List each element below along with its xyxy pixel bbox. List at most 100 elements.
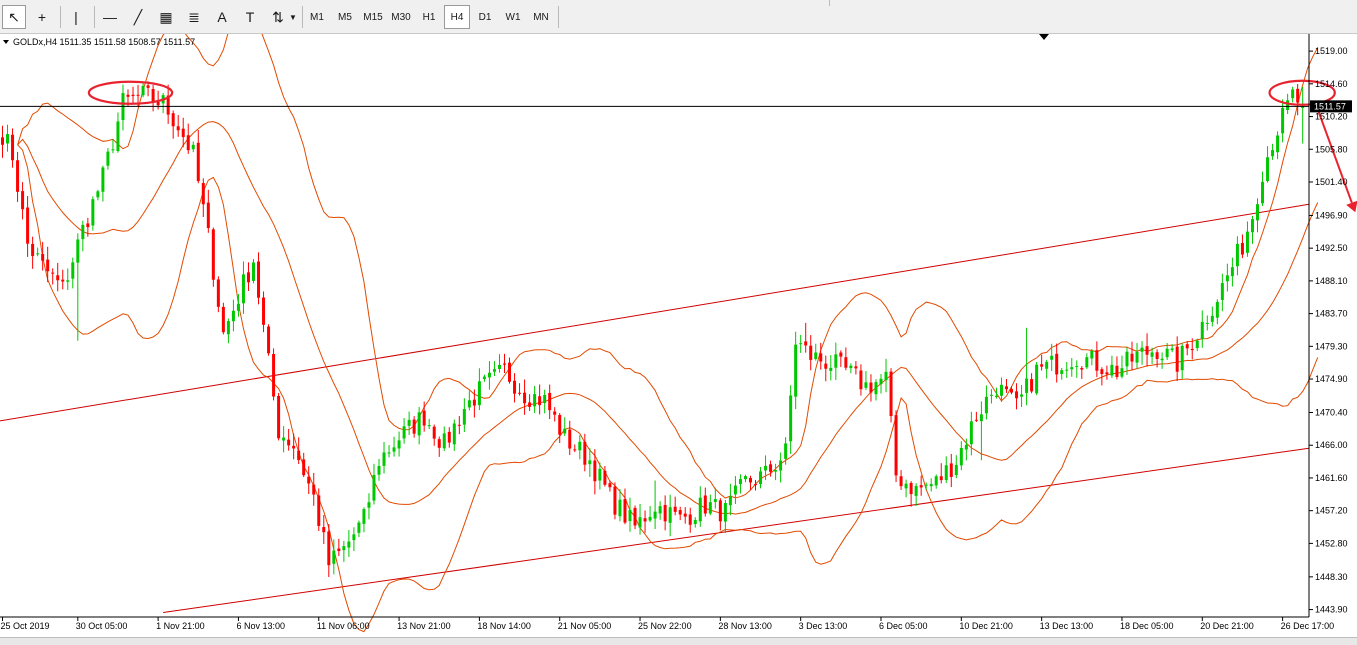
candle-body: [844, 357, 848, 368]
arrows-dropdown-icon[interactable]: ▼: [288, 5, 298, 29]
candle-body: [668, 507, 672, 523]
candle-body: [558, 415, 562, 435]
x-tick-label: 18 Nov 14:00: [477, 621, 531, 631]
y-tick-label: 1452.80: [1315, 538, 1348, 548]
candle-body: [964, 444, 968, 450]
candle-body: [643, 518, 647, 522]
candle-body: [1100, 369, 1104, 375]
y-tick-label: 1479.30: [1315, 341, 1348, 351]
trendline-icon[interactable]: ╱: [126, 5, 150, 29]
candle-body: [598, 468, 602, 481]
timeframe-m30-button[interactable]: M30: [388, 5, 414, 29]
text-label-icon[interactable]: T: [238, 5, 262, 29]
timeframe-w1-button[interactable]: W1: [500, 5, 526, 29]
candle-body: [312, 484, 316, 495]
candle-body: [41, 254, 45, 261]
candle-body: [1195, 340, 1199, 349]
timeframe-m5-button[interactable]: M5: [332, 5, 358, 29]
candle-body: [1276, 135, 1280, 153]
candle-body: [864, 382, 868, 388]
candle-body: [879, 378, 883, 385]
candle-body: [548, 392, 552, 411]
horizontal-line-icon[interactable]: —: [98, 5, 122, 29]
candle-body: [934, 476, 938, 486]
candle-body: [819, 353, 823, 362]
candle-body: [568, 429, 572, 449]
candle-body: [743, 476, 747, 480]
cursor-icon[interactable]: ↖: [2, 5, 26, 29]
candle-body: [969, 421, 973, 445]
candle-body: [989, 394, 993, 396]
candle-body: [136, 94, 140, 96]
candle-body: [688, 514, 692, 525]
candle-body: [246, 272, 250, 283]
timeframe-h1-button[interactable]: H1: [416, 5, 442, 29]
candle-body: [904, 483, 908, 489]
timeframe-m1-button[interactable]: M1: [304, 5, 330, 29]
candle-body: [352, 534, 356, 541]
candle-body: [171, 113, 175, 127]
timeframe-m15-button[interactable]: M15: [360, 5, 386, 29]
candle: [889, 368, 893, 423]
candle-body: [377, 466, 381, 475]
candle-body: [1030, 379, 1034, 392]
timeframe-h4-button[interactable]: H4: [444, 5, 470, 29]
candle-body: [518, 392, 522, 394]
candle-body: [764, 465, 768, 471]
candle-body: [262, 297, 266, 325]
candle-body: [703, 495, 707, 514]
x-tick-label: 6 Nov 13:00: [236, 621, 285, 631]
candle-body: [784, 443, 788, 459]
candle-body: [392, 447, 396, 452]
candle-body: [573, 449, 577, 451]
timeframe-d1-button[interactable]: D1: [472, 5, 498, 29]
timeframe-mn-button[interactable]: MN: [528, 5, 554, 29]
arrows-icon[interactable]: ⇅: [266, 5, 290, 29]
candle-body: [1085, 357, 1089, 368]
text-icon[interactable]: A: [210, 5, 234, 29]
candle-body: [839, 352, 843, 357]
candle-body: [723, 503, 727, 522]
candle-body: [1245, 231, 1249, 253]
candle-body: [769, 464, 773, 472]
candle-body: [236, 303, 240, 311]
candle-body: [613, 486, 617, 515]
crosshair-icon[interactable]: +: [30, 5, 54, 29]
candle-body: [292, 445, 296, 449]
candle-body: [628, 509, 632, 522]
price-chart[interactable]: 1519.00 1514.60 1510.20 1505.80 1501.40 1496.…: [0, 34, 1357, 637]
candle-body: [648, 516, 652, 521]
candle-body: [467, 400, 471, 408]
candle-body: [1035, 364, 1039, 394]
candle-body: [1, 137, 4, 145]
candle-body: [1220, 283, 1224, 300]
candle-body: [1110, 364, 1114, 376]
candle-body: [1145, 346, 1149, 355]
fibonacci-icon[interactable]: ≣: [182, 5, 206, 29]
candle-body: [277, 395, 281, 439]
vertical-line-icon[interactable]: |: [64, 5, 88, 29]
candle-body: [874, 382, 878, 395]
candle-body: [759, 471, 763, 484]
candle-body: [633, 507, 637, 526]
candle-body: [939, 476, 943, 481]
candle-body: [211, 229, 215, 280]
candle-body: [924, 484, 928, 486]
candle-body: [221, 306, 225, 333]
candle-body: [708, 502, 712, 514]
candle-body: [824, 363, 828, 369]
candle-body: [748, 477, 752, 483]
equidistant-channel-icon[interactable]: ▦: [154, 5, 178, 29]
candle-body: [1170, 348, 1174, 351]
candle-body: [241, 274, 245, 304]
candle-body: [347, 541, 351, 548]
candle: [221, 302, 225, 335]
candle-body: [327, 531, 331, 566]
y-tick-label: 1443.90: [1315, 605, 1348, 615]
candle-body: [849, 365, 853, 369]
candle-body: [984, 396, 988, 414]
candle-body: [141, 85, 145, 96]
candle-body: [96, 191, 100, 198]
y-tick-label: 1488.10: [1315, 276, 1348, 286]
candle-body: [1075, 365, 1079, 367]
